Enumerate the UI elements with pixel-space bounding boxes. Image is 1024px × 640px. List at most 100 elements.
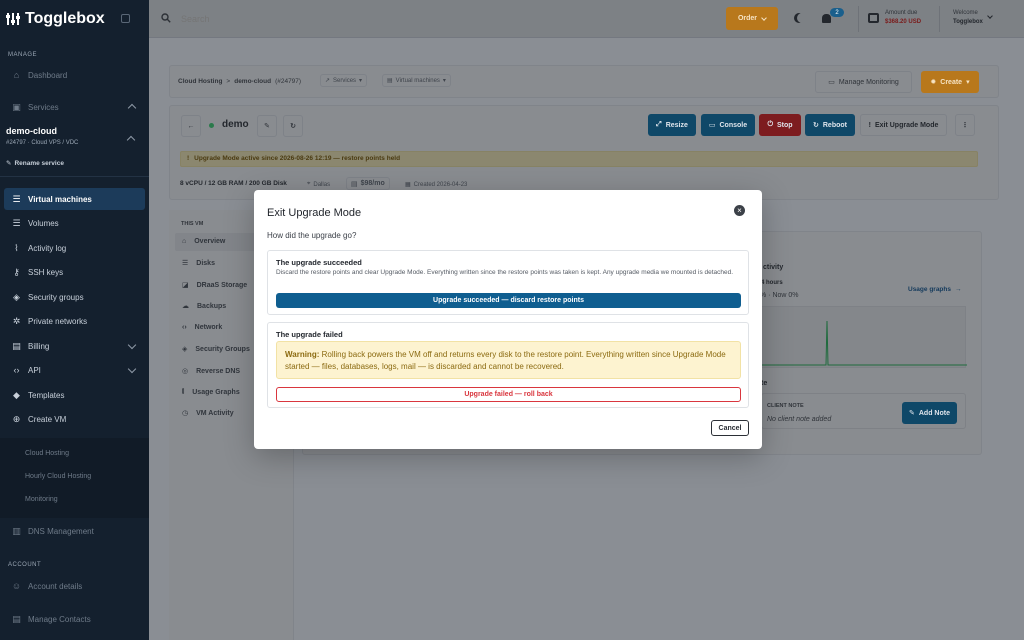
sidebar-item-account-details[interactable]: ☺ Account details (4, 575, 145, 597)
sidebar-item-api[interactable]: ‹› API (4, 359, 145, 381)
clock-icon: ◷ (182, 410, 189, 417)
add-note-button[interactable]: ✎ Add Note (902, 402, 957, 424)
breadcrumb: Cloud Hosting > demo-cloud (#24797) (178, 78, 301, 85)
usage-graphs-link[interactable]: Usage graphs → (908, 286, 962, 293)
more-actions-button[interactable]: ⋮ (955, 114, 975, 136)
usage-graphs-label: Usage graphs (908, 286, 951, 293)
sidebar-item-label: Billing (28, 341, 50, 351)
home-icon: ⌂ (182, 238, 187, 245)
sidebar-item-manage-contacts[interactable]: ▤ Manage Contacts (4, 608, 145, 630)
toggles-icon (6, 13, 20, 25)
storage-icon: ◪ (182, 282, 189, 289)
vm-menu-section: THIS VM (181, 221, 204, 227)
console-icon: ▭ (708, 122, 716, 129)
search-input[interactable] (181, 11, 381, 26)
resize-icon: ⤢ (656, 121, 662, 128)
console-label: Console (719, 121, 748, 129)
sidebar-item-activity-log[interactable]: ⌇ Activity log (4, 237, 145, 259)
vm-menu-reverse-dns[interactable]: ◎ Reverse DNS (182, 367, 240, 376)
sidebar-item-dns-management[interactable]: ▥ DNS Management (4, 520, 145, 542)
pencil-icon: ✎ (264, 123, 270, 130)
brand-logo[interactable]: Togglebox (6, 8, 105, 30)
vm-menu-label: Security Groups (195, 345, 250, 353)
contacts-icon: ▤ (12, 613, 21, 624)
order-button[interactable]: Order (726, 7, 778, 30)
sidebar-collapse-icon[interactable] (121, 14, 130, 23)
sidebar-item-dashboard[interactable]: ⌂ Dashboard (4, 64, 145, 86)
power-icon: ⏻ (767, 121, 773, 128)
divider (0, 176, 149, 177)
sidebar-item-templates[interactable]: ◆ Templates (4, 384, 145, 406)
status-dot (209, 123, 214, 128)
console-button[interactable]: ▭ Console (701, 114, 755, 136)
chevron-down-icon: ▾ (966, 79, 970, 86)
services-dropdown[interactable]: ↗ Services ▾ (320, 74, 368, 87)
sidebar-item-security-groups[interactable]: ◈ Security groups (4, 286, 145, 308)
sidebar-item-ssh-keys[interactable]: ⚷ SSH keys (4, 261, 145, 283)
manage-monitoring-button[interactable]: ▭ Manage Monitoring (815, 71, 912, 93)
welcome-label: Welcome (953, 10, 978, 16)
sidebar-item-virtual-machines[interactable]: ☰ Virtual machines (4, 188, 145, 210)
rename-service-link[interactable]: ✎ Rename service (6, 159, 64, 168)
reboot-label: Reboot (822, 121, 847, 129)
moon-icon[interactable] (797, 13, 807, 23)
vm-menu-network[interactable]: ‹› Network (182, 324, 222, 331)
edit-name-button[interactable]: ✎ (257, 115, 277, 137)
resize-button[interactable]: ⤢ Resize (648, 114, 696, 136)
disks-icon: ☰ (182, 260, 189, 267)
sidebar-item-private-networks[interactable]: ✲ Private networks (4, 310, 145, 332)
vm-menu-draas-storage[interactable]: ◪ DRaaS Storage (182, 281, 247, 290)
vm-menu-disks[interactable]: ☰ Disks (182, 259, 215, 268)
notification-count-badge: 2 (830, 8, 844, 17)
roll-back-button[interactable]: Upgrade failed — roll back (276, 387, 741, 402)
modal-question: How did the upgrade go? (267, 231, 357, 240)
chevron-down-icon[interactable] (987, 13, 993, 19)
failure-option: The upgrade failed Warning: Rolling back… (267, 322, 749, 408)
sidebar-item-label: Templates (28, 390, 65, 400)
vms-dropdown[interactable]: ▤ Virtual machines ▾ (382, 74, 451, 87)
reboot-button[interactable]: ↻ Reboot (805, 114, 855, 136)
exit-upgrade-mode-button[interactable]: ! Exit Upgrade Mode (860, 114, 947, 136)
success-title: The upgrade succeeded (276, 258, 362, 267)
sidebar-item-label: Security groups (28, 292, 84, 302)
bell-icon[interactable] (822, 14, 831, 23)
chevron-up-icon[interactable] (126, 135, 136, 145)
code-icon: ‹› (13, 364, 20, 375)
back-button[interactable]: ← (181, 115, 201, 137)
amount-due-value[interactable]: $368.20 USD (885, 19, 921, 25)
discard-restore-points-button[interactable]: Upgrade succeeded — discard restore poin… (276, 293, 741, 308)
failure-title: The upgrade failed (276, 330, 343, 339)
network-icon: ✲ (12, 315, 21, 326)
sidebar-item-volumes[interactable]: ☰ Volumes (4, 212, 145, 234)
pencil-icon: ✎ (6, 160, 12, 167)
client-note-label: CLIENT NOTE (767, 403, 804, 409)
sidebar-item-label: Services (28, 102, 59, 112)
stop-button[interactable]: ⏻ Stop (759, 114, 801, 136)
sub-link-hourly-cloud-hosting[interactable]: Hourly Cloud Hosting (25, 473, 91, 480)
breadcrumb-root[interactable]: Cloud Hosting (178, 78, 222, 85)
refresh-button[interactable]: ↻ (283, 115, 303, 137)
layers-icon: ◆ (13, 389, 20, 400)
cancel-button[interactable]: Cancel (711, 420, 749, 436)
success-option: The upgrade succeeded Discard the restor… (267, 250, 749, 315)
stop-label: Stop (776, 121, 793, 129)
user-name[interactable]: Togglebox (953, 19, 983, 25)
vm-menu-vm-activity[interactable]: ◷ VM Activity (182, 409, 234, 418)
client-note-value: No client note added (767, 416, 832, 423)
sidebar-item-label: SSH keys (28, 267, 64, 277)
create-button[interactable]: ✹ Create ▾ (921, 71, 979, 93)
close-icon[interactable]: × (734, 205, 745, 216)
sidebar-item-billing[interactable]: ▤ Billing (4, 335, 145, 357)
sub-link-monitoring[interactable]: Monitoring (25, 496, 58, 503)
vm-menu-security-groups[interactable]: ◈ Security Groups (182, 345, 250, 354)
vm-menu-overview[interactable]: ⌂ Overview (182, 238, 225, 245)
sidebar-item-services[interactable]: ▣ Services (4, 96, 145, 118)
activity-range: 4 hours (761, 280, 783, 286)
breadcrumb-service[interactable]: demo-cloud (234, 78, 271, 85)
sidebar-item-create-vm[interactable]: ⊕ Create VM (4, 408, 145, 430)
vm-menu-usage-graphs[interactable]: ⫾ Usage Graphs (182, 388, 240, 396)
vm-menu-backups[interactable]: ☁ Backups (182, 302, 226, 311)
sub-link-cloud-hosting[interactable]: Cloud Hosting (25, 450, 69, 457)
sidebar-item-label: Dashboard (28, 70, 68, 80)
reboot-icon: ↻ (813, 122, 819, 129)
